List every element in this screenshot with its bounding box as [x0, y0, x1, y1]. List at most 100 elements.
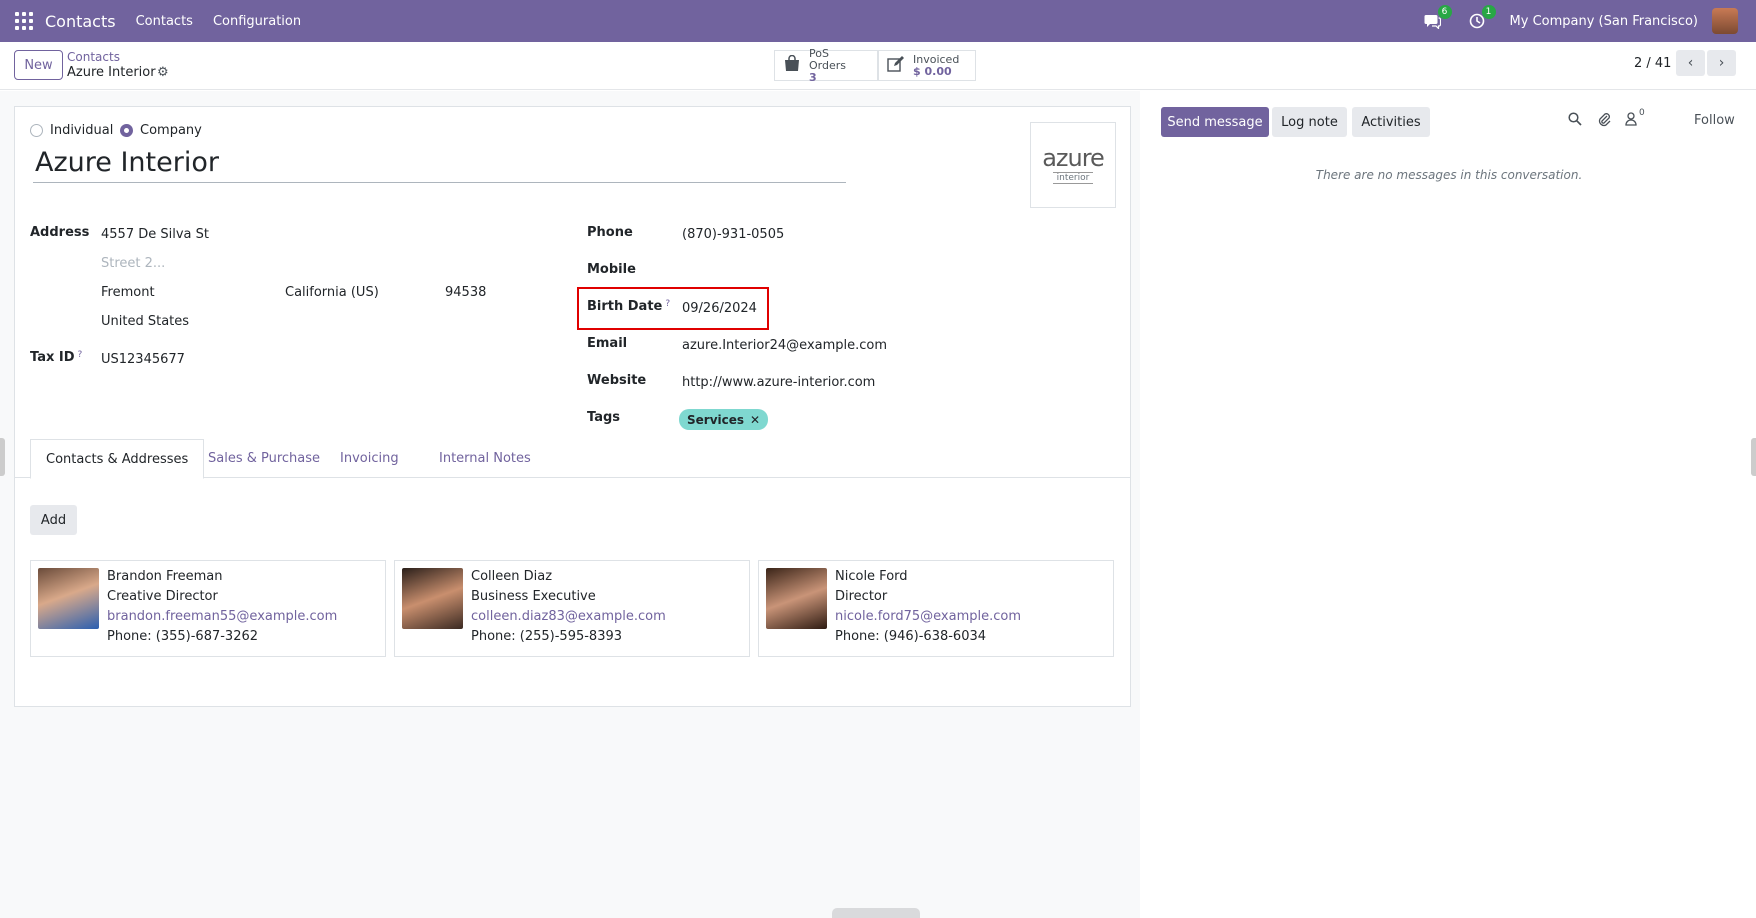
invoiced-button[interactable]: Invoiced $ 0.00: [878, 50, 976, 81]
tag-label: Services: [687, 412, 745, 427]
menu-contacts[interactable]: Contacts: [136, 14, 193, 29]
contact-title: Business Executive: [471, 589, 596, 604]
radio-dot: [30, 124, 43, 137]
breadcrumb-contacts[interactable]: Contacts: [67, 50, 120, 64]
tax-id-field[interactable]: US12345677: [101, 352, 185, 367]
activities-button[interactable]: Activities: [1352, 107, 1430, 137]
right-resize-handle[interactable]: [1751, 438, 1756, 476]
remove-tag-icon[interactable]: ✕: [750, 413, 760, 427]
pager-previous-button[interactable]: ‹: [1676, 50, 1705, 76]
horizontal-scroll-handle[interactable]: [832, 908, 920, 918]
paperclip-icon[interactable]: [1597, 112, 1611, 131]
contact-photo: [766, 568, 827, 629]
contact-card[interactable]: Brandon Freeman Creative Director brando…: [30, 560, 386, 657]
gear-icon[interactable]: ⚙: [157, 65, 169, 80]
contact-card[interactable]: Nicole Ford Director nicole.ford75@examp…: [758, 560, 1114, 657]
website-field[interactable]: http://www.azure-interior.com: [682, 375, 875, 390]
contact-card[interactable]: Colleen Diaz Business Executive colleen.…: [394, 560, 750, 657]
radio-dot-checked: [120, 124, 133, 137]
control-panel: New Contacts Azure Interior ⚙ PoS Orders…: [0, 42, 1756, 90]
contact-email[interactable]: nicole.ford75@example.com: [835, 607, 1021, 627]
activities-badge: 1: [1481, 5, 1496, 19]
phone-field[interactable]: (870)-931-0505: [682, 227, 784, 242]
website-label: Website: [587, 373, 647, 388]
contact-phone: Phone: (355)-687-3262: [107, 629, 259, 644]
contact-name: Nicole Ford: [835, 569, 908, 584]
form-sheet: Individual Company Azure Interior azure …: [14, 106, 1131, 707]
new-button[interactable]: New: [14, 50, 63, 80]
email-label: Email: [587, 336, 628, 351]
mobile-label: Mobile: [587, 262, 636, 277]
contact-email[interactable]: colleen.diaz83@example.com: [471, 607, 666, 627]
top-navbar: Contacts Contacts Configuration 6 1 My C…: [0, 0, 1756, 42]
followers-count: 0: [1639, 108, 1645, 118]
birth-date-highlight: [577, 287, 769, 330]
contact-name: Brandon Freeman: [107, 569, 223, 584]
chevron-left-icon: ‹: [1687, 55, 1694, 71]
contact-phone: Phone: (946)-638-6034: [835, 629, 987, 644]
pager-next-button[interactable]: ›: [1707, 50, 1736, 76]
tag-services[interactable]: Services ✕: [679, 409, 769, 430]
menu-configuration[interactable]: Configuration: [213, 14, 301, 29]
pos-orders-label: PoS Orders: [809, 46, 846, 72]
tab-contacts-addresses[interactable]: Contacts & Addresses: [30, 439, 205, 479]
partner-name-field[interactable]: Azure Interior: [33, 147, 846, 183]
messages-badge: 6: [1437, 5, 1452, 19]
zip-field[interactable]: 94538: [445, 285, 486, 300]
contact-email[interactable]: brandon.freeman55@example.com: [107, 607, 337, 627]
tab-internal-notes[interactable]: Internal Notes: [424, 439, 546, 478]
apps-menu-icon[interactable]: [15, 12, 33, 30]
followers-icon[interactable]: 0: [1625, 108, 1645, 130]
tags-label: Tags: [587, 410, 621, 425]
street-field[interactable]: 4557 De Silva St: [101, 227, 209, 242]
contact-photo: [38, 568, 99, 629]
invoiced-label: Invoiced: [913, 52, 960, 66]
empty-conversation-text: There are no messages in this conversati…: [1315, 168, 1583, 182]
contact-title: Director: [835, 589, 888, 604]
messages-icon[interactable]: 6: [1422, 5, 1452, 32]
activities-clock-icon[interactable]: 1: [1466, 5, 1496, 32]
help-icon[interactable]: ?: [78, 350, 83, 360]
contact-name: Colleen Diaz: [471, 569, 553, 584]
pencil-square-icon: [887, 55, 905, 76]
phone-label: Phone: [587, 225, 633, 240]
contact-photo: [402, 568, 463, 629]
app-name[interactable]: Contacts: [45, 12, 116, 31]
state-field[interactable]: California (US): [285, 285, 379, 300]
follow-button[interactable]: Follow: [1694, 113, 1735, 128]
notebook-tabs: Contacts & Addresses Sales & Purchase In…: [15, 439, 1130, 479]
logo-main-text: azure: [1042, 144, 1105, 172]
left-resize-handle[interactable]: [0, 438, 5, 476]
user-avatar[interactable]: [1712, 8, 1738, 34]
breadcrumb-current: Azure Interior: [67, 65, 156, 80]
company-logo[interactable]: azure interior: [1030, 122, 1116, 208]
logo-sub-text: interior: [1052, 172, 1094, 184]
email-field[interactable]: azure.Interior24@example.com: [682, 338, 887, 353]
company-switcher[interactable]: My Company (San Francisco): [1510, 14, 1698, 29]
street2-field[interactable]: Street 2...: [101, 256, 165, 271]
search-icon[interactable]: [1568, 112, 1582, 130]
radio-individual[interactable]: Individual: [30, 123, 113, 138]
address-label: Address: [30, 225, 90, 240]
tab-sales-purchase[interactable]: Sales & Purchase: [193, 439, 335, 478]
radio-company[interactable]: Company: [120, 123, 202, 138]
contact-title: Creative Director: [107, 589, 218, 604]
tax-id-label: Tax ID?: [30, 350, 82, 365]
log-note-button[interactable]: Log note: [1272, 107, 1347, 137]
tax-id-label-text: Tax ID: [30, 350, 75, 365]
send-message-button[interactable]: Send message: [1161, 107, 1269, 137]
radio-individual-label: Individual: [50, 123, 114, 138]
country-field[interactable]: United States: [101, 314, 189, 329]
tab-invoicing[interactable]: Invoicing: [325, 439, 414, 478]
city-field[interactable]: Fremont: [101, 285, 155, 300]
mobile-field[interactable]: [682, 262, 932, 280]
invoiced-amount: $ 0.00: [913, 64, 952, 78]
chevron-right-icon: ›: [1718, 55, 1725, 71]
pos-orders-button[interactable]: PoS Orders 3: [774, 46, 878, 84]
contact-phone: Phone: (255)-595-8393: [471, 629, 623, 644]
pager-value[interactable]: 2 / 41: [1634, 56, 1671, 71]
shopping-bag-icon: [783, 54, 801, 76]
add-contact-button[interactable]: Add: [30, 505, 77, 535]
pos-orders-count: 3: [809, 70, 817, 84]
radio-company-label: Company: [140, 123, 202, 138]
